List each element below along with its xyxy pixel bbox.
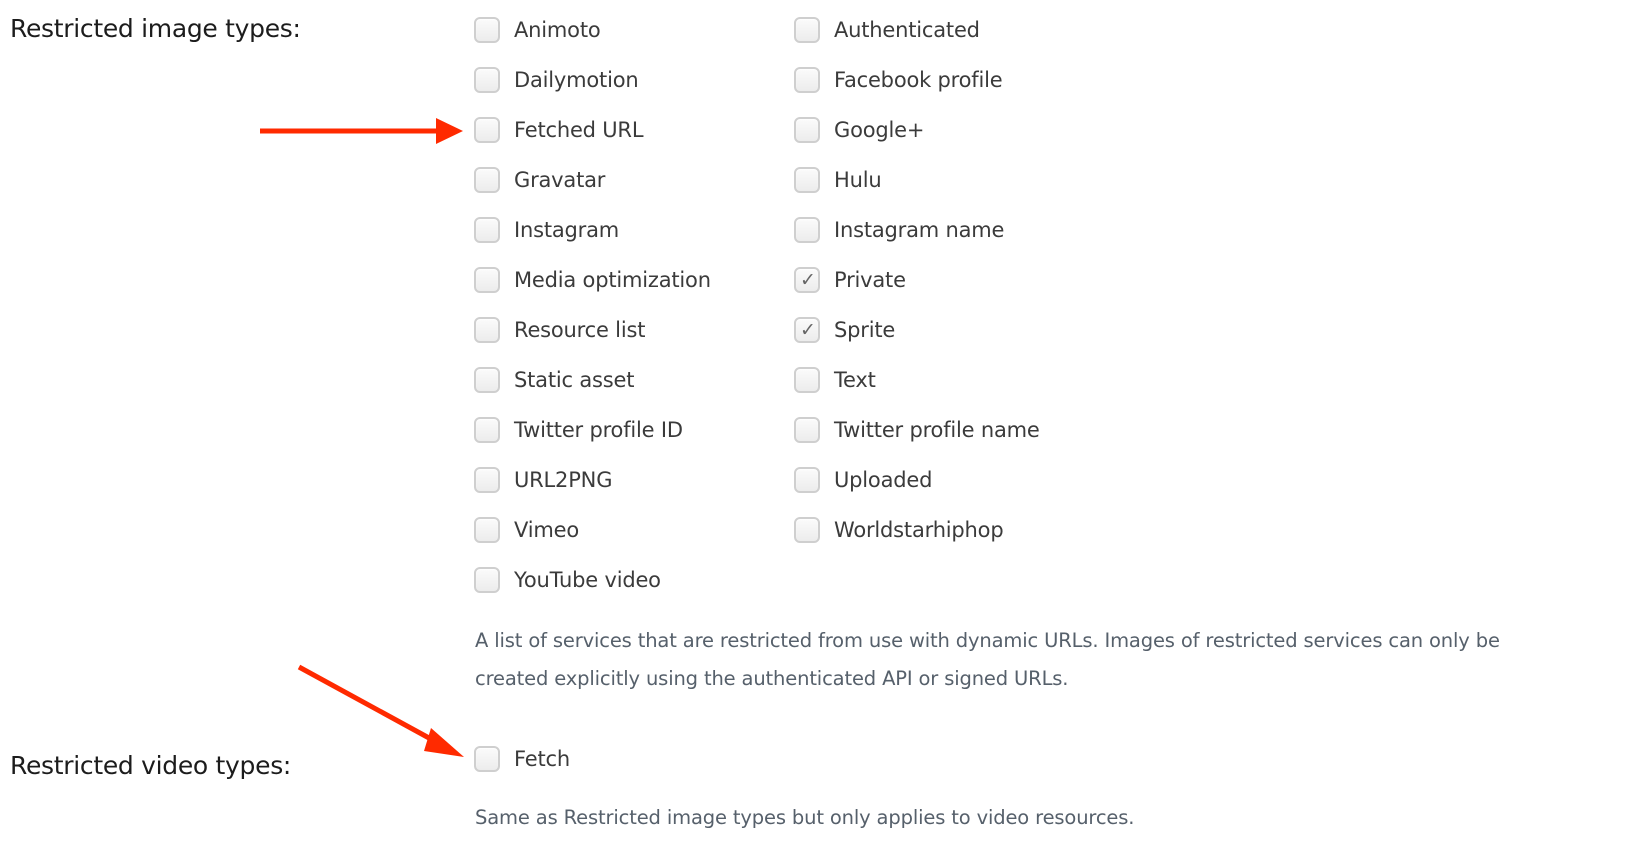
arrow-to-fetched-url [260, 118, 463, 144]
annotation-arrows [260, 118, 464, 757]
arrow-to-fetch [297, 664, 464, 757]
